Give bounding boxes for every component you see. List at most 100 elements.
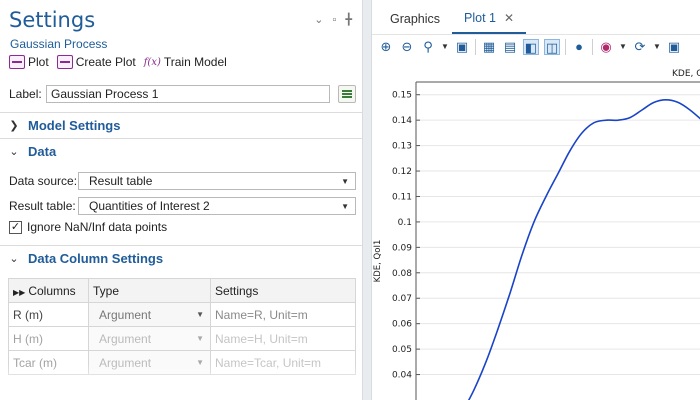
- kde-plot[interactable]: 0.04 0.05 0.06 0.07 0.08 0.09 0.1 0.11 0.12 0.13 0…: [372, 60, 700, 400]
- grid-icon[interactable]: ▦: [481, 39, 497, 55]
- ignore-nan-label: Ignore NaN/Inf data points: [27, 220, 168, 234]
- function-icon: f(x): [143, 56, 161, 68]
- data-source-value: Result table: [89, 174, 153, 188]
- zoom-box-icon[interactable]: ⚲: [420, 39, 436, 55]
- chevron-down-icon[interactable]: ▼: [653, 39, 661, 55]
- data-column-table: ▶▶ Columns Type Settings R (m) Argument ▼ …: [8, 278, 356, 375]
- separator: [475, 38, 476, 55]
- label-input[interactable]: [46, 85, 330, 103]
- color-icon[interactable]: ◉: [598, 39, 614, 55]
- chevron-right-icon: ❯: [9, 120, 19, 132]
- section-data[interactable]: ⌄ Data: [0, 138, 362, 164]
- tab-plot-1[interactable]: Plot 1 ✕: [452, 4, 527, 34]
- panel-splitter[interactable]: [362, 0, 372, 400]
- pin-icon[interactable]: ╋: [345, 14, 352, 26]
- data-source-label: Data source:: [9, 174, 78, 188]
- y-axis-label: KDE, QoI1: [373, 240, 383, 283]
- create-plot-icon: [56, 55, 73, 69]
- section-model-settings-title: Model Settings: [28, 118, 121, 133]
- chevron-down-icon: ⌄: [9, 253, 19, 265]
- y-tick-label: 0.08: [392, 269, 412, 279]
- y-tick-label: 0.05: [392, 345, 412, 355]
- y-tick-label: 0.12: [392, 167, 412, 177]
- close-icon[interactable]: ✕: [504, 11, 514, 25]
- section-model-settings[interactable]: ❯ Model Settings: [0, 112, 362, 138]
- expand-columns-icon[interactable]: ▶▶: [13, 288, 25, 297]
- caret-down-icon: ▼: [341, 176, 349, 186]
- caret-down-icon: ▼: [341, 201, 349, 211]
- settings-panel: Settings ⌄ ▫ ╋ Gaussian Process Plot Cre…: [0, 0, 362, 400]
- cell-type-select[interactable]: Argument ▼: [88, 326, 211, 351]
- rotate-icon[interactable]: ⟳: [632, 39, 648, 55]
- plot-button[interactable]: Plot: [9, 55, 49, 69]
- legend-icon[interactable]: ◧: [523, 38, 539, 55]
- kde-series-line: [467, 98, 700, 400]
- column-header-columns[interactable]: ▶▶ Columns: [8, 278, 89, 303]
- settings-toolbar: Plot Create Plot f(x) Train Model: [9, 55, 227, 69]
- zoom-out-icon[interactable]: ⊖: [399, 39, 415, 55]
- y-tick-label: 0.13: [392, 142, 412, 152]
- ignore-nan-checkbox[interactable]: ✓: [9, 220, 22, 234]
- table-icon[interactable]: ▤: [502, 39, 518, 55]
- chevron-down-icon[interactable]: ▼: [441, 39, 449, 55]
- graphics-panel: Graphics Plot 1 ✕ ⊕ ⊖ ⚲ ▼ ▣ ▦ ▤ ◧ ◫ ● ◉ ▼…: [372, 0, 700, 400]
- section-data-column-settings-title: Data Column Settings: [28, 251, 164, 266]
- result-table-value: Quantities of Interest 2: [89, 199, 210, 213]
- settings-subtitle: Gaussian Process: [10, 37, 108, 51]
- chevron-down-icon: ⌄: [9, 146, 19, 158]
- plot-title: KDE, Q: [672, 69, 700, 79]
- y-tick-label: 0.1: [398, 218, 412, 228]
- table-row[interactable]: Tcar (m) Argument ▼ Name=Tcar, Unit=m: [8, 350, 356, 375]
- data-source-row: Data source: Result table ▼: [9, 171, 356, 191]
- data-source-select[interactable]: Result table ▼: [78, 172, 356, 190]
- label-options-icon[interactable]: [338, 85, 356, 103]
- label-caption: Label:: [9, 87, 42, 101]
- label-row: Label:: [9, 84, 356, 104]
- caret-down-icon: ▼: [196, 358, 204, 367]
- zoom-in-icon[interactable]: ⊕: [378, 39, 394, 55]
- y-tick-label: 0.15: [392, 91, 412, 101]
- create-plot-button-label: Create Plot: [75, 55, 136, 69]
- table-row[interactable]: H (m) Argument ▼ Name=H, Unit=m: [8, 326, 356, 351]
- lock-icon[interactable]: ●: [571, 39, 587, 55]
- settings-header: Settings ⌄ ▫ ╋: [9, 8, 356, 36]
- graphics-toolbar: ⊕ ⊖ ⚲ ▼ ▣ ▦ ▤ ◧ ◫ ● ◉ ▼ ⟳ ▼ ▣: [372, 34, 700, 58]
- create-plot-button[interactable]: Create Plot: [56, 55, 136, 69]
- chevron-down-icon[interactable]: ▼: [619, 39, 627, 55]
- plot-button-label: Plot: [28, 55, 49, 69]
- cell-settings: Name=R, Unit=m: [210, 302, 356, 327]
- settings-title: Settings: [9, 8, 96, 32]
- separator: [565, 38, 566, 55]
- column-header-settings[interactable]: Settings: [210, 278, 356, 303]
- zoom-extents-icon[interactable]: ▣: [454, 39, 470, 55]
- window-controls: ⌄ ▫ ╋: [314, 14, 352, 26]
- section-data-column-settings[interactable]: ⌄ Data Column Settings: [0, 245, 362, 271]
- cell-settings: Name=H, Unit=m: [210, 326, 356, 351]
- y-tick-label: 0.04: [392, 371, 412, 381]
- caret-down-icon: ▼: [196, 334, 204, 343]
- cell-settings: Name=Tcar, Unit=m: [210, 350, 356, 375]
- train-model-button[interactable]: f(x) Train Model: [144, 55, 227, 69]
- result-table-select[interactable]: Quantities of Interest 2 ▼: [78, 197, 356, 215]
- cell-column: H (m): [8, 326, 89, 351]
- tab-graphics[interactable]: Graphics: [378, 4, 452, 34]
- cell-column: R (m): [8, 302, 89, 327]
- column-header-type[interactable]: Type: [88, 278, 211, 303]
- y-tick-label: 0.09: [392, 243, 412, 253]
- y-tick-label: 0.14: [392, 116, 412, 126]
- table-row[interactable]: R (m) Argument ▼ Name=R, Unit=m: [8, 302, 356, 327]
- caret-down-icon: ▼: [196, 310, 204, 319]
- result-table-row: Result table: Quantities of Interest 2 ▼: [9, 196, 356, 216]
- cell-type-select[interactable]: Argument ▼: [88, 302, 211, 327]
- table-header-row: ▶▶ Columns Type Settings: [8, 278, 356, 303]
- camera-icon[interactable]: ▣: [666, 39, 682, 55]
- section-data-title: Data: [28, 144, 57, 159]
- cell-type-select[interactable]: Argument ▼: [88, 350, 211, 375]
- minimize-icon[interactable]: ▫: [332, 14, 336, 26]
- train-model-button-label: Train Model: [163, 55, 227, 69]
- annotation-icon[interactable]: ◫: [544, 38, 560, 55]
- plot-icon: [9, 55, 25, 69]
- chevron-down-icon[interactable]: ⌄: [314, 14, 323, 26]
- result-table-label: Result table:: [9, 199, 76, 213]
- separator: [592, 38, 593, 55]
